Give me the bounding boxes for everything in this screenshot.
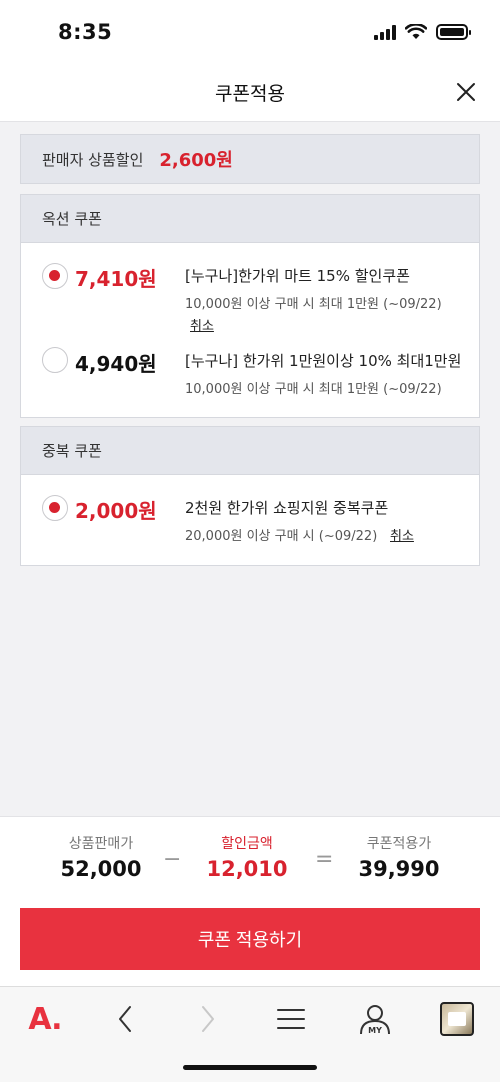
coupon-item[interactable]: 2,000원 2천원 한가위 쇼핑지원 중복쿠폰 20,000원 이상 구매 시… [21,475,479,565]
my-page-button[interactable]: MY [350,995,400,1043]
final-price-label: 쿠폰적용가 [366,836,432,852]
coupon-title: [누구나] 한가위 1만원이상 10% 최대1만원 [185,352,462,370]
recent-item-button[interactable] [432,995,482,1043]
page-title: 쿠폰적용 [215,83,285,105]
coupon-amount: 2,000원 [75,499,157,523]
auction-logo-text: A. [28,1001,62,1037]
coupon-condition: 10,000원 이상 구매 시 최대 1만원 (~09/22) [185,382,442,397]
recent-item-thumbnail [440,1002,474,1036]
status-time: 8:35 [58,20,113,44]
discount-label: 할인금액 [221,836,273,852]
sale-price-block: 상품판매가 52,000 [46,833,156,881]
back-button[interactable] [100,995,150,1043]
coupon-amount: 4,940원 [75,352,157,376]
close-icon [457,83,475,101]
modal-header: 쿠폰적용 [0,64,500,122]
seller-discount-label: 판매자 상품할인 [42,150,144,169]
coupon-radio[interactable] [42,347,68,373]
back-arrow-icon [119,1006,131,1032]
menu-icon [277,1009,305,1029]
wifi-icon [405,24,427,39]
coupon-cancel-link[interactable]: 취소 [390,525,414,544]
my-label: MY [368,1026,382,1035]
option-coupon-heading: 옥션 쿠폰 [21,195,479,243]
coupon-title: [누구나]한가위 마트 15% 할인쿠폰 [185,267,410,285]
status-icons [374,24,471,40]
sale-price-label: 상품판매가 [68,836,134,852]
price-summary: 상품판매가 52,000 − 할인금액 12,010 = 쿠폰적용가 39,99… [0,816,500,890]
discount-block: 할인금액 12,010 [192,833,302,881]
my-page-icon: MY [360,1005,390,1035]
sale-price-value: 52,000 [60,857,142,881]
coupon-cancel-link[interactable]: 취소 [190,315,214,334]
cellular-signal-icon [374,24,396,40]
final-price-value: 39,990 [358,857,440,881]
seller-discount-box: 판매자 상품할인 2,600원 [20,134,480,184]
coupon-title: 2천원 한가위 쇼핑지원 중복쿠폰 [185,499,389,517]
apply-area: 쿠폰 적용하기 [0,890,500,986]
coupon-condition: 20,000원 이상 구매 시 (~09/22) [185,529,378,544]
dup-coupon-section: 중복 쿠폰 2,000원 2천원 한가위 쇼핑지원 중복쿠폰 20,000원 이… [20,426,480,566]
option-coupon-section: 옥션 쿠폰 7,410원 [누구나]한가위 마트 15% 할인쿠폰 10,000… [20,194,480,418]
forward-arrow-icon [202,1006,214,1032]
coupon-item[interactable]: 7,410원 [누구나]한가위 마트 15% 할인쿠폰 10,000원 이상 구… [21,243,479,334]
final-price-block: 쿠폰적용가 39,990 [344,833,454,881]
discount-value: 12,010 [206,857,288,881]
menu-button[interactable] [266,995,316,1043]
close-button[interactable] [450,76,482,108]
seller-discount-amount: 2,600원 [159,150,233,171]
status-bar: 8:35 [0,0,500,64]
coupon-condition: 10,000원 이상 구매 시 최대 1만원 (~09/22) [185,297,442,312]
equals-sign: = [315,847,334,872]
apply-coupon-button[interactable]: 쿠폰 적용하기 [20,908,480,970]
battery-icon [436,24,471,40]
forward-button[interactable] [183,995,233,1043]
coupon-radio-selected[interactable] [42,495,68,521]
coupon-radio-selected[interactable] [42,263,68,289]
minus-sign: − [163,847,182,872]
dup-coupon-heading: 중복 쿠폰 [21,427,479,475]
auction-logo-icon[interactable]: A. [20,995,70,1043]
coupon-item[interactable]: 4,940원 [누구나] 한가위 1만원이상 10% 최대1만원 10,000원… [21,333,479,413]
coupon-amount: 7,410원 [75,267,157,291]
home-indicator [183,1065,317,1070]
